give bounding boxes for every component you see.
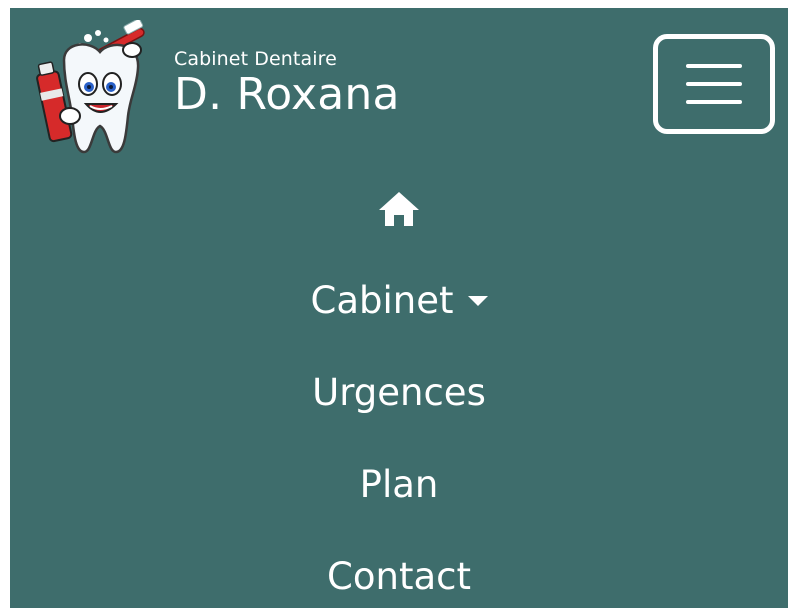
nav-item-plan[interactable]: Plan [10,466,788,503]
nav-item-cabinet-label: Cabinet [310,279,454,322]
nav-item-urgences[interactable]: Urgences [10,374,788,411]
home-icon [379,192,419,226]
nav-item-cabinet[interactable]: Cabinet [10,282,788,319]
navbar: Cabinet Dentaire D. Roxana Cabinet Urgen… [10,8,788,608]
tooth-mascot-logo[interactable] [28,18,158,162]
brand[interactable]: Cabinet Dentaire D. Roxana [174,50,400,117]
hamburger-menu-icon [686,64,742,104]
brand-subtitle: Cabinet Dentaire [174,48,337,70]
navbar-toggle-button[interactable] [653,34,775,134]
nav-item-urgences-label: Urgences [312,371,486,414]
nav-item-contact-label: Contact [327,555,471,598]
brand-name: D. Roxana [174,69,400,120]
nav-item-plan-label: Plan [359,463,439,506]
tooth-mascot-icon [36,18,145,154]
nav-item-contact[interactable]: Contact [10,558,788,595]
nav-item-home[interactable] [10,190,788,234]
caret-down-icon [467,295,488,306]
